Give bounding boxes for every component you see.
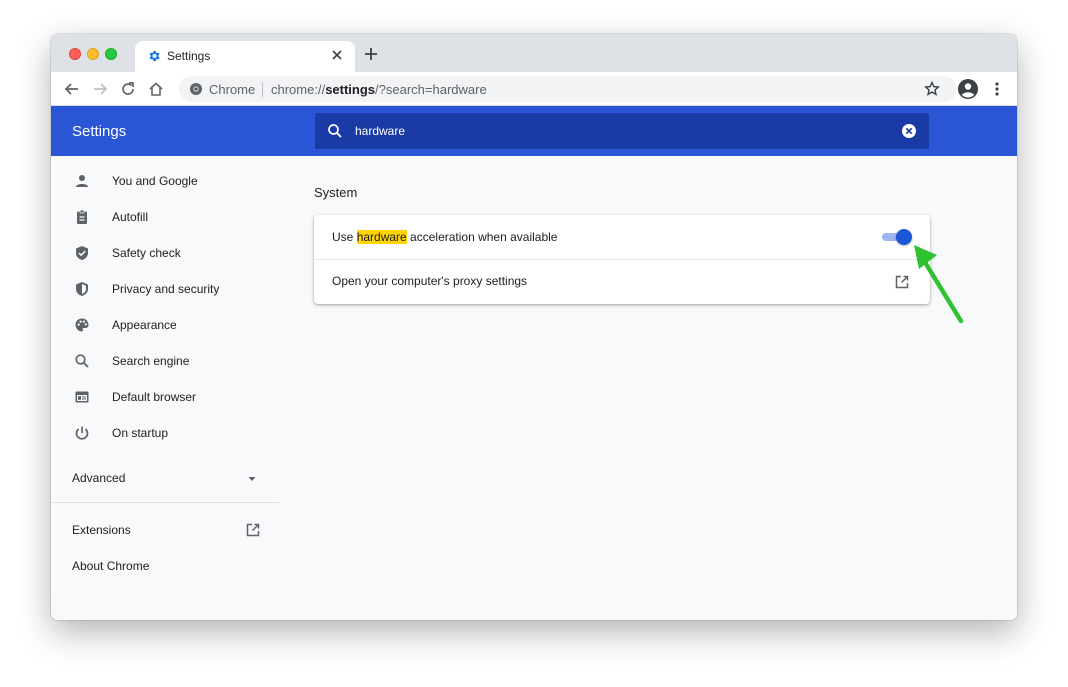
- reload-icon[interactable]: [119, 80, 137, 98]
- sidebar-item-label: On startup: [112, 426, 169, 440]
- search-highlight: hardware: [356, 230, 407, 244]
- settings-header: Settings hardware: [51, 106, 1017, 156]
- window-close-button[interactable]: [69, 48, 81, 60]
- close-icon[interactable]: [329, 47, 345, 63]
- sidebar-item-privacy-and-security[interactable]: Privacy and security: [51, 274, 279, 304]
- sidebar-item-on-startup[interactable]: On startup: [51, 418, 279, 448]
- clear-search-icon[interactable]: [901, 123, 917, 139]
- tab-settings[interactable]: Settings: [135, 41, 355, 72]
- browser-toolbar: Chrome chrome://settings/?search=hardwar…: [51, 72, 1017, 106]
- address-bar[interactable]: Chrome chrome://settings/?search=hardwar…: [179, 76, 957, 102]
- sidebar-item-label: Search engine: [112, 354, 190, 368]
- window-maximize-button[interactable]: [105, 48, 117, 60]
- url-prefix: chrome://: [271, 82, 326, 97]
- home-icon[interactable]: [147, 80, 165, 98]
- system-settings-card: Use hardware acceleration when available…: [314, 215, 930, 304]
- url-suffix: /?search=hardware: [375, 82, 487, 97]
- hardware-acceleration-label: Use hardware acceleration when available: [332, 230, 557, 244]
- back-arrow-icon[interactable]: [63, 80, 81, 98]
- sidebar-divider: [51, 502, 279, 503]
- new-tab-plus-icon[interactable]: [363, 46, 379, 62]
- chrome-logo-icon: [190, 83, 202, 95]
- tab-title: Settings: [167, 49, 211, 63]
- tab-strip: Settings: [51, 34, 1017, 72]
- forward-arrow-icon[interactable]: [91, 80, 109, 98]
- section-title: System: [314, 185, 358, 200]
- label-text-before: Use: [332, 230, 357, 244]
- settings-search-field[interactable]: hardware: [315, 113, 929, 149]
- bookmark-star-icon[interactable]: [923, 80, 941, 98]
- sidebar-item-about-chrome[interactable]: About Chrome: [72, 559, 149, 573]
- sidebar-item-default-browser[interactable]: Default browser: [51, 382, 279, 412]
- search-icon: [75, 354, 89, 368]
- window-minimize-button[interactable]: [87, 48, 99, 60]
- sidebar-advanced-toggle[interactable]: Advanced: [72, 471, 125, 485]
- person-icon: [76, 175, 88, 187]
- proxy-settings-row[interactable]: Open your computer's proxy settings: [314, 260, 930, 304]
- shield-icon: [76, 282, 88, 296]
- browser-window: Settings Chrome chrome://settings/?searc…: [51, 34, 1017, 620]
- sidebar: You and Google Autofill Safety check Pri…: [51, 156, 279, 620]
- sidebar-item-label: Appearance: [112, 318, 177, 332]
- palette-icon: [75, 318, 89, 332]
- browser-icon: [75, 391, 89, 403]
- sidebar-item-label: Default browser: [112, 390, 197, 404]
- sidebar-item-label: Safety check: [112, 246, 181, 260]
- sidebar-item-extensions[interactable]: Extensions: [72, 523, 131, 537]
- url-host: settings: [325, 82, 376, 97]
- gear-icon: [149, 50, 160, 62]
- clipboard-icon: [77, 209, 87, 224]
- kebab-menu-icon[interactable]: [991, 80, 1003, 98]
- sidebar-item-search-engine[interactable]: Search engine: [51, 346, 279, 376]
- annotation-arrow-icon: [914, 245, 964, 324]
- settings-main: System Use hardware acceleration when av…: [279, 156, 1017, 620]
- label-text-after: acceleration when available: [406, 230, 558, 244]
- omnibox-separator: [262, 82, 263, 97]
- sidebar-item-label: You and Google: [112, 174, 198, 188]
- sidebar-item-you-and-google[interactable]: You and Google: [51, 166, 279, 196]
- power-icon: [75, 426, 89, 440]
- caret-down-icon[interactable]: [247, 474, 257, 484]
- shield-check-icon: [76, 246, 88, 260]
- hardware-acceleration-row[interactable]: Use hardware acceleration when available: [314, 215, 930, 259]
- sidebar-item-label: Privacy and security: [112, 282, 220, 296]
- search-icon: [328, 124, 342, 138]
- omnibox-chip: Chrome: [209, 82, 256, 97]
- proxy-settings-label: Open your computer's proxy settings: [332, 274, 528, 288]
- sidebar-item-autofill[interactable]: Autofill: [51, 202, 279, 232]
- open-in-new-icon[interactable]: [245, 522, 261, 538]
- settings-content: You and Google Autofill Safety check Pri…: [51, 156, 1017, 620]
- profile-avatar-icon[interactable]: [957, 78, 979, 100]
- sidebar-item-safety-check[interactable]: Safety check: [51, 238, 279, 268]
- search-input[interactable]: hardware: [355, 124, 405, 138]
- omnibox-url: chrome://settings/?search=hardware: [271, 82, 487, 97]
- sidebar-item-appearance[interactable]: Appearance: [51, 310, 279, 340]
- page-title: Settings: [72, 123, 127, 140]
- sidebar-item-label: Autofill: [112, 210, 149, 224]
